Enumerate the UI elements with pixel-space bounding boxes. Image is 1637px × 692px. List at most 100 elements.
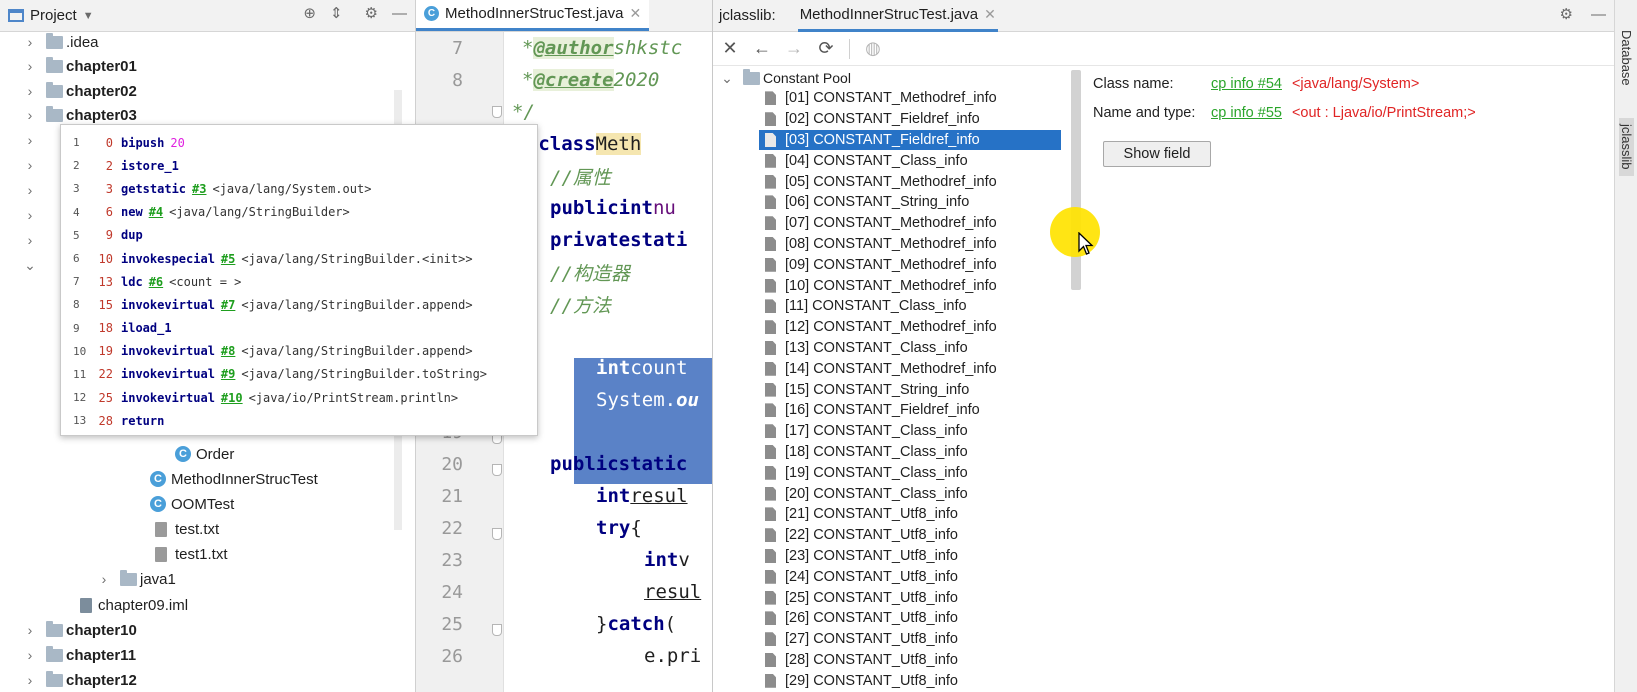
constant-pool-item[interactable]: [24] CONSTANT_Utf8_info: [765, 566, 1061, 587]
collapse-all-icon[interactable]: ⇕: [330, 4, 343, 22]
constant-pool-item[interactable]: [13] CONSTANT_Class_info: [765, 338, 1061, 359]
constant-pool-item[interactable]: [07] CONSTANT_Methodref_info: [765, 213, 1061, 234]
bytecode-cp-link[interactable]: #7: [221, 298, 235, 312]
name-type-link[interactable]: cp info #55: [1211, 105, 1282, 121]
tree-item-hidden[interactable]: ›: [22, 178, 38, 202]
database-tool-tab[interactable]: Database: [1619, 30, 1634, 86]
refresh-icon[interactable]: ⟳: [817, 38, 835, 58]
bytecode-cp-link[interactable]: #6: [149, 275, 163, 289]
bytecode-cp-link[interactable]: #8: [221, 344, 235, 358]
constant-pool-scrollbar[interactable]: [1071, 70, 1081, 290]
constant-pool-item[interactable]: [06] CONSTANT_String_info: [765, 192, 1061, 213]
constant-pool-item[interactable]: [21] CONSTANT_Utf8_info: [765, 504, 1061, 525]
tree-item-idea[interactable]: › .idea: [22, 30, 99, 54]
tree-item-chapter12[interactable]: › chapter12: [22, 668, 137, 692]
forward-arrow-icon[interactable]: →: [785, 38, 803, 58]
tree-item-hidden[interactable]: ›: [22, 228, 38, 252]
jclasslib-tabbar: jclasslib: MethodInnerStrucTest.java ✕ ⚙…: [713, 0, 1614, 32]
tree-item-chapter09-iml[interactable]: chapter09.iml: [80, 593, 188, 617]
tree-item-hidden[interactable]: ⌄: [22, 253, 38, 277]
chevron-down-icon[interactable]: ⌄: [719, 70, 735, 87]
chevron-right-icon[interactable]: ›: [22, 34, 38, 50]
constant-pool-item[interactable]: [08] CONSTANT_Methodref_info: [765, 234, 1061, 255]
tree-item-java1[interactable]: › java1: [96, 567, 176, 591]
editor-tab[interactable]: C MethodInnerStrucTest.java ✕: [416, 0, 650, 31]
chevron-right-icon[interactable]: ›: [22, 157, 38, 173]
constant-pool-item[interactable]: [22] CONSTANT_Utf8_info: [765, 525, 1061, 546]
chevron-right-icon[interactable]: ›: [22, 672, 38, 688]
tree-item-methodinnerstructest[interactable]: C MethodInnerStrucTest: [150, 467, 318, 491]
minimize-icon[interactable]: —: [392, 4, 407, 22]
project-title[interactable]: Project: [30, 7, 77, 24]
constant-pool-item[interactable]: [01] CONSTANT_Methodref_info: [765, 88, 1061, 109]
constant-pool-item[interactable]: [15] CONSTANT_String_info: [765, 379, 1061, 400]
tree-item-hidden[interactable]: ›: [22, 203, 38, 227]
constant-pool-item[interactable]: [25] CONSTANT_Utf8_info: [765, 587, 1061, 608]
jclasslib-tab[interactable]: MethodInnerStrucTest.java ✕: [797, 0, 998, 32]
constant-pool-item[interactable]: [27] CONSTANT_Utf8_info: [765, 629, 1061, 650]
chevron-down-icon[interactable]: ⌄: [22, 257, 38, 274]
show-field-button[interactable]: Show field: [1103, 141, 1211, 167]
constant-pool-item[interactable]: [23] CONSTANT_Utf8_info: [765, 546, 1061, 567]
chevron-right-icon[interactable]: ›: [22, 58, 38, 74]
constant-pool-item[interactable]: [28] CONSTANT_Utf8_info: [765, 650, 1061, 671]
constant-pool-item[interactable]: [26] CONSTANT_Utf8_info: [765, 608, 1061, 629]
class-name-link[interactable]: cp info #54: [1211, 76, 1282, 92]
constant-pool-item[interactable]: [19] CONSTANT_Class_info: [765, 462, 1061, 483]
constant-pool-item[interactable]: [17] CONSTANT_Class_info: [765, 421, 1061, 442]
fold-marker-icon[interactable]: [492, 528, 502, 540]
chevron-right-icon[interactable]: ›: [22, 207, 38, 223]
bytecode-cp-link[interactable]: #5: [221, 252, 235, 266]
constant-pool-item[interactable]: [20] CONSTANT_Class_info: [765, 483, 1061, 504]
locate-icon[interactable]: ⊕: [303, 4, 316, 22]
constant-pool-item[interactable]: [09] CONSTANT_Methodref_info: [765, 254, 1061, 275]
close-icon[interactable]: ✕: [984, 6, 996, 23]
chevron-right-icon[interactable]: ›: [22, 132, 38, 148]
constant-pool-item[interactable]: [11] CONSTANT_Class_info: [765, 296, 1061, 317]
bytecode-cp-link[interactable]: #10: [221, 391, 243, 405]
gear-icon[interactable]: ⚙: [365, 4, 378, 22]
constant-pool-item[interactable]: [10] CONSTANT_Methodref_info: [765, 275, 1061, 296]
tree-item-chapter10[interactable]: › chapter10: [22, 618, 137, 642]
close-icon[interactable]: ✕: [629, 5, 641, 22]
tree-item-order[interactable]: C Order: [175, 442, 234, 466]
fold-marker-icon[interactable]: [492, 624, 502, 636]
jclasslib-tool-tab[interactable]: jclasslib: [1619, 118, 1634, 176]
tree-item-hidden[interactable]: ›: [22, 128, 38, 152]
tree-item-test-txt[interactable]: test.txt: [155, 517, 219, 541]
chevron-right-icon[interactable]: ›: [22, 182, 38, 198]
globe-icon[interactable]: ◍: [864, 38, 882, 58]
tree-item-chapter11[interactable]: › chapter11: [22, 643, 136, 667]
gear-icon[interactable]: ⚙: [1560, 5, 1573, 23]
bytecode-cp-link[interactable]: #9: [221, 367, 235, 381]
close-icon[interactable]: ✕: [721, 38, 739, 58]
bytecode-cp-link[interactable]: #4: [149, 205, 163, 219]
chevron-right-icon[interactable]: ›: [22, 107, 38, 123]
fold-marker-icon[interactable]: [492, 464, 502, 476]
tree-item-chapter01[interactable]: › chapter01: [22, 54, 137, 78]
tree-item-test1-txt[interactable]: test1.txt: [155, 542, 228, 566]
chevron-down-icon[interactable]: ▼: [83, 10, 94, 22]
tree-item-chapter02[interactable]: › chapter02: [22, 79, 137, 103]
constant-pool-item[interactable]: [05] CONSTANT_Methodref_info: [765, 171, 1061, 192]
constant-pool-item[interactable]: [02] CONSTANT_Fieldref_info: [765, 109, 1061, 130]
constant-pool-item[interactable]: [14] CONSTANT_Methodref_info: [765, 358, 1061, 379]
back-arrow-icon[interactable]: ←: [753, 38, 771, 58]
chevron-right-icon[interactable]: ›: [22, 647, 38, 663]
constant-pool-item[interactable]: [04] CONSTANT_Class_info: [765, 150, 1061, 171]
chevron-right-icon[interactable]: ›: [22, 232, 38, 248]
tree-item-oomtest[interactable]: C OOMTest: [150, 492, 234, 516]
constant-pool-root[interactable]: ⌄ Constant Pool: [719, 68, 851, 88]
constant-pool-item[interactable]: [12] CONSTANT_Methodref_info: [765, 317, 1061, 338]
chevron-right-icon[interactable]: ›: [96, 571, 112, 587]
constant-pool-item[interactable]: [16] CONSTANT_Fieldref_info: [765, 400, 1061, 421]
constant-pool-item[interactable]: [29] CONSTANT_Utf8_info: [765, 670, 1061, 691]
chevron-right-icon[interactable]: ›: [22, 622, 38, 638]
constant-pool-item[interactable]: [18] CONSTANT_Class_info: [765, 442, 1061, 463]
tree-item-hidden[interactable]: ›: [22, 153, 38, 177]
constant-pool-item[interactable]: [03] CONSTANT_Fieldref_info: [759, 129, 1061, 151]
bytecode-cp-link[interactable]: #3: [192, 182, 206, 196]
fold-marker-icon[interactable]: [492, 106, 502, 118]
chevron-right-icon[interactable]: ›: [22, 83, 38, 99]
minimize-icon[interactable]: —: [1591, 5, 1606, 23]
